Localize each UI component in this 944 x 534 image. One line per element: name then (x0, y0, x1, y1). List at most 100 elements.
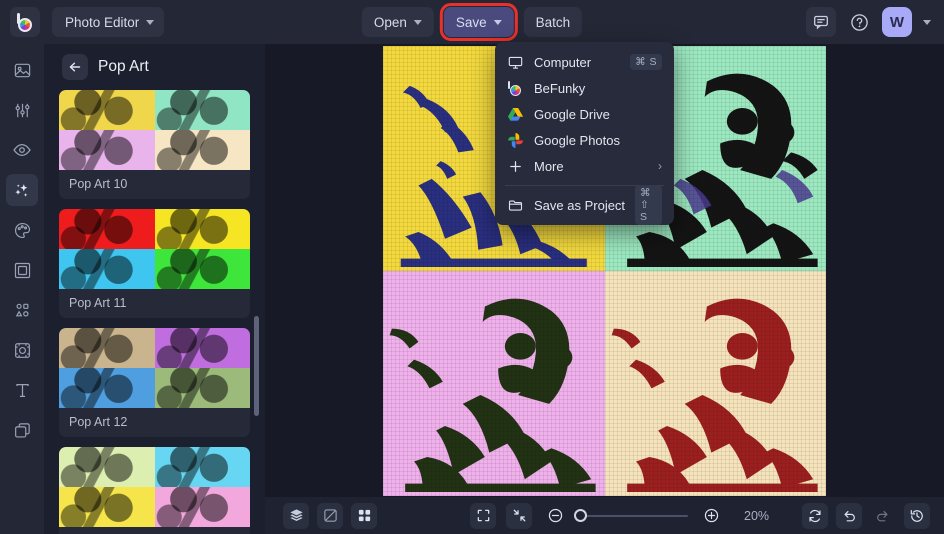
photo-editor-app: Photo Editor Open Save Batch W Pop Art P… (0, 0, 944, 534)
product-selector-dropdown[interactable]: Photo Editor (52, 7, 165, 37)
open-button[interactable]: Open (361, 7, 434, 37)
avatar-initial: W (889, 13, 905, 31)
effect-thumbnail-item[interactable]: Pop Art 10 (59, 90, 250, 199)
chevron-right-icon: › (658, 159, 662, 173)
menu-item-label: BeFunky (534, 80, 586, 96)
zoom-level-value: 20% (744, 508, 770, 523)
effect-thumbnail-list: Pop Art 10 Pop Art 11 Pop Art 12 (44, 90, 265, 534)
sliders-icon (15, 103, 29, 117)
thumbnail-preview (59, 209, 250, 289)
bottom-bar-left-tools (283, 502, 377, 529)
grid-view-toggle[interactable] (351, 502, 377, 529)
effects-panel: Pop Art Pop Art 10 Pop Art 11 Pop Art 12 (44, 44, 265, 534)
chevron-down-icon (146, 19, 155, 25)
palette-icon (14, 222, 30, 238)
artwork-quadrant-bottom-left (383, 270, 605, 496)
rail-item-effects[interactable] (6, 174, 38, 206)
rail-item-text[interactable] (6, 374, 38, 406)
folder-icon (507, 197, 524, 214)
zoom-slider-handle[interactable] (574, 508, 587, 522)
plus-circle-icon (704, 508, 718, 523)
texture-icon (14, 342, 30, 358)
top-bar-right-actions: W (806, 0, 934, 44)
panel-title: Pop Art (98, 58, 149, 75)
effect-thumbnail-item[interactable]: Pop Art 12 (59, 328, 250, 437)
shapes-icon (15, 303, 29, 317)
befunky-logo-button[interactable] (10, 7, 40, 37)
bottom-bar-history-tools (802, 502, 930, 529)
save-dropdown-menu: Computer ⌘ S BeFunky Google Drive Google… (495, 42, 674, 225)
bottom-bar-zoom-controls: 20% (470, 502, 770, 529)
user-avatar[interactable]: W (882, 7, 912, 37)
thumbnail-label: Pop Art 13 (59, 527, 250, 534)
layers-panel-toggle[interactable] (283, 502, 309, 529)
thumbnail-preview (59, 328, 250, 408)
undo-icon (844, 510, 855, 521)
top-bar: Photo Editor Open Save Batch W (0, 0, 944, 44)
zoom-in-button[interactable] (698, 503, 724, 529)
bottom-bar: 20% (265, 497, 944, 534)
arrow-left-icon (69, 62, 81, 72)
rail-item-touch-up[interactable] (6, 134, 38, 166)
pop-art-figure (389, 298, 596, 492)
account-menu-button[interactable] (920, 7, 934, 37)
save-button[interactable]: Save (439, 3, 518, 41)
save-menu-item-computer[interactable]: Computer ⌘ S (495, 49, 674, 75)
grid-icon (358, 509, 370, 522)
layers-stack-icon (14, 422, 30, 438)
zoom-out-button[interactable] (542, 503, 568, 529)
save-menu-item-google-drive[interactable]: Google Drive (495, 101, 674, 127)
open-button-label: Open (373, 14, 407, 30)
sparkles-icon (15, 184, 28, 197)
batch-button[interactable]: Batch (523, 7, 583, 37)
chevron-down-icon (413, 19, 422, 25)
rail-item-layers[interactable] (6, 414, 38, 446)
question-circle-icon (850, 13, 868, 31)
feedback-button[interactable] (806, 7, 836, 37)
comment-icon (814, 15, 828, 30)
save-button-label: Save (455, 14, 487, 30)
effect-thumbnail-item[interactable]: Pop Art 11 (59, 209, 250, 318)
help-button[interactable] (844, 7, 874, 37)
reset-button[interactable] (802, 502, 828, 529)
thumbnail-label: Pop Art 10 (69, 177, 128, 191)
compare-toggle[interactable] (317, 502, 343, 529)
rail-item-edit[interactable] (6, 94, 38, 126)
product-selector-label: Photo Editor (65, 14, 140, 30)
redo-button[interactable] (870, 503, 896, 529)
menu-item-label: Save as Project (534, 197, 626, 213)
save-menu-item-more[interactable]: More › (495, 153, 674, 179)
tool-rail (0, 44, 44, 534)
effect-thumbnail-item[interactable]: Pop Art 13 (59, 447, 250, 534)
save-menu-item-google-photos[interactable]: Google Photos (495, 127, 674, 153)
menu-item-label: More (534, 158, 564, 174)
rail-item-frames[interactable] (6, 254, 38, 286)
thumbnail-preview (59, 447, 250, 527)
panel-back-button[interactable] (62, 54, 88, 80)
rail-item-artsy[interactable] (6, 214, 38, 246)
rail-item-graphics[interactable] (6, 294, 38, 326)
undo-button[interactable] (836, 502, 862, 529)
befunky-color-wheel-logo-icon (16, 12, 35, 32)
text-icon (15, 383, 29, 397)
fit-to-screen-button[interactable] (470, 502, 496, 529)
panel-header: Pop Art (44, 44, 265, 90)
rail-item-image[interactable] (6, 54, 38, 86)
panel-scrollbar[interactable] (254, 316, 259, 416)
batch-button-label: Batch (535, 14, 571, 30)
zoom-slider[interactable] (574, 508, 688, 522)
minus-circle-icon (548, 508, 562, 523)
actual-size-button[interactable] (506, 502, 532, 529)
frame-icon (14, 262, 30, 278)
history-icon (910, 509, 923, 522)
save-menu-item-save-as-project[interactable]: Save as Project ⌘ ⇧ S (495, 185, 674, 225)
layers-icon (289, 509, 303, 522)
menu-item-label: Computer (534, 54, 592, 70)
history-button[interactable] (904, 502, 930, 529)
rail-item-textures[interactable] (6, 334, 38, 366)
thumbnail-label: Pop Art 12 (69, 415, 128, 429)
pop-art-figure (611, 298, 818, 492)
chevron-down-icon (493, 19, 502, 25)
chevron-down-icon (923, 19, 931, 25)
save-menu-item-befunky[interactable]: BeFunky (495, 75, 674, 101)
